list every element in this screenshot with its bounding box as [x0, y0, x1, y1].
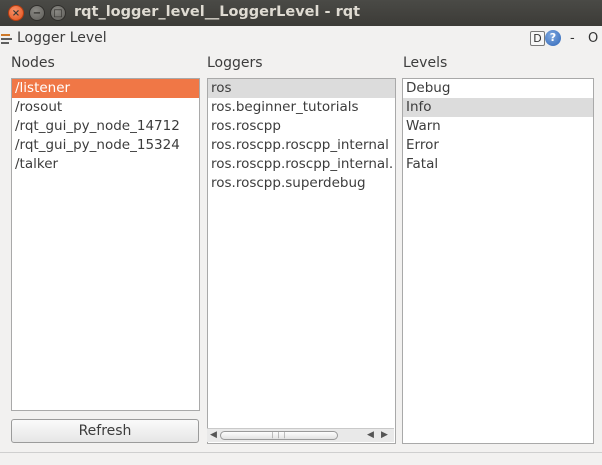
dock-title: Logger Level: [17, 30, 107, 46]
close-icon: ×: [11, 7, 21, 19]
node-item[interactable]: /talker: [12, 155, 199, 174]
nodes-header: Nodes: [11, 55, 55, 71]
minimize-icon: −: [32, 7, 42, 19]
maximize-icon: □: [53, 7, 63, 19]
level-item[interactable]: Error: [403, 136, 593, 155]
refresh-button[interactable]: Refresh: [11, 419, 199, 443]
close-window-button[interactable]: ×: [8, 5, 24, 21]
logger-item[interactable]: ros.beginner_tutorials: [208, 98, 395, 117]
grip-icon: | | |: [271, 432, 287, 439]
divider: [0, 452, 602, 453]
loggers-horizontal-scrollbar[interactable]: ◀ | | | ◀ ▶: [207, 428, 394, 442]
dock-minimize-button[interactable]: -: [570, 31, 575, 46]
loggers-header: Loggers: [207, 55, 263, 71]
levels-header: Levels: [403, 55, 448, 71]
level-item[interactable]: Info: [403, 98, 593, 117]
maximize-window-button[interactable]: □: [50, 5, 66, 21]
logger-item[interactable]: ros.roscpp.roscpp_internal: [208, 136, 395, 155]
dock-handle-icon[interactable]: [1, 31, 15, 45]
levels-list[interactable]: Debug Info Warn Error Fatal: [402, 78, 594, 444]
scroll-left-arrow-icon[interactable]: ◀: [210, 429, 217, 442]
window-titlebar: × − □ rqt_logger_level__LoggerLevel - rq…: [0, 0, 602, 26]
dock-close-button[interactable]: O: [588, 31, 598, 46]
help-icon: ?: [549, 31, 557, 44]
logger-item[interactable]: ros.roscpp.superdebug: [208, 174, 395, 193]
logger-item[interactable]: ros: [208, 79, 395, 98]
dock-d-button[interactable]: D: [530, 31, 545, 46]
logger-item[interactable]: ros.roscpp.roscpp_internal.: [208, 155, 395, 174]
minimize-window-button[interactable]: −: [29, 5, 45, 21]
nodes-list[interactable]: /listener /rosout /rqt_gui_py_node_14712…: [11, 78, 200, 411]
scroll-right-arrow-icon[interactable]: ▶: [381, 429, 388, 442]
help-button[interactable]: ?: [545, 30, 561, 46]
level-item[interactable]: Debug: [403, 79, 593, 98]
scrollbar-thumb[interactable]: | | |: [220, 431, 338, 440]
level-item[interactable]: Warn: [403, 117, 593, 136]
node-item[interactable]: /rosout: [12, 98, 199, 117]
node-item[interactable]: /rqt_gui_py_node_15324: [12, 136, 199, 155]
logger-item[interactable]: ros.roscpp: [208, 117, 395, 136]
level-item[interactable]: Fatal: [403, 155, 593, 174]
node-item[interactable]: /rqt_gui_py_node_14712: [12, 117, 199, 136]
node-item[interactable]: /listener: [12, 79, 199, 98]
window-title: rqt_logger_level__LoggerLevel - rqt: [74, 4, 361, 20]
scroll-left-arrow-icon-2[interactable]: ◀: [367, 429, 374, 442]
loggers-list[interactable]: ros ros.beginner_tutorials ros.roscpp ro…: [207, 78, 396, 444]
